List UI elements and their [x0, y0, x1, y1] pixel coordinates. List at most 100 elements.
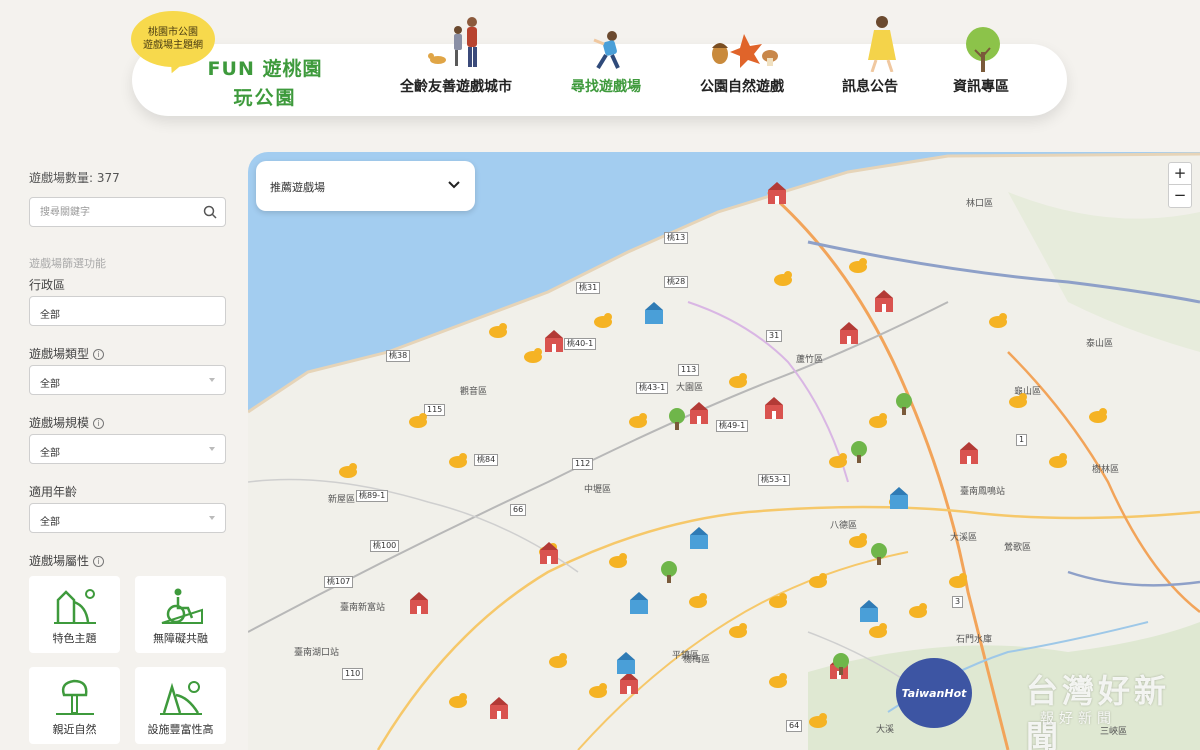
nav-park-nature-play[interactable]: 公園自然遊戲 — [694, 76, 790, 96]
chevron-down-icon — [209, 378, 215, 382]
playground-pin[interactable] — [543, 330, 565, 354]
playground-pin[interactable] — [1088, 407, 1108, 423]
playground-pin[interactable] — [448, 452, 468, 468]
road-tag: 桃28 — [664, 276, 689, 288]
watermark-subtext: 報好新聞 — [1040, 711, 1116, 727]
bubble-line-2: 遊戲場主題網 — [143, 40, 203, 51]
playground-pin[interactable] — [830, 652, 852, 676]
playground-pin[interactable] — [848, 532, 868, 548]
playground-pin[interactable] — [688, 592, 708, 608]
playground-pin[interactable] — [488, 322, 508, 338]
road-tag: 桃49-1 — [716, 420, 749, 432]
playground-pin[interactable] — [808, 712, 828, 728]
district-label: 林口區 — [966, 199, 994, 209]
playground-pin[interactable] — [958, 442, 980, 466]
road-tag: 1 — [1016, 434, 1028, 446]
attr-close-to-nature[interactable]: 親近自然 — [29, 667, 120, 744]
attr-accessible-inclusive[interactable]: 無障礙共融 — [135, 576, 226, 653]
playground-pin[interactable] — [408, 592, 430, 616]
playground-pin[interactable] — [688, 402, 710, 426]
district-label: 觀音區 — [460, 387, 488, 397]
playground-scale-select[interactable]: 全部 — [29, 434, 226, 464]
info-icon[interactable]: i — [93, 349, 105, 360]
info-icon[interactable]: i — [93, 418, 105, 429]
playground-pin[interactable] — [643, 302, 665, 326]
playground-pin[interactable] — [728, 372, 748, 388]
playground-pin[interactable] — [338, 462, 358, 478]
playground-pin[interactable] — [773, 270, 793, 286]
recommended-playground-dropdown[interactable]: 推薦遊戲場 — [256, 161, 475, 211]
dropdown-label: 推薦遊戲場 — [270, 181, 325, 194]
playground-pin[interactable] — [608, 552, 628, 568]
playground-pin[interactable] — [548, 652, 568, 668]
playground-pin[interactable] — [888, 487, 910, 511]
age-select[interactable]: 全部 — [29, 503, 226, 533]
playground-pin[interactable] — [763, 397, 785, 421]
attr-rich-facilities[interactable]: 設施豐富性高 — [135, 667, 226, 744]
playground-pin[interactable] — [768, 672, 788, 688]
playground-type-label: 遊戲場類型 i — [29, 345, 105, 362]
playground-pin[interactable] — [848, 257, 868, 273]
playground-pin[interactable] — [615, 652, 637, 676]
attr-featured-theme[interactable]: 特色主題 — [29, 576, 120, 653]
playground-pin[interactable] — [868, 622, 888, 638]
chevron-down-icon — [209, 516, 215, 520]
search-input[interactable] — [40, 198, 200, 226]
playground-pin[interactable] — [538, 542, 560, 566]
playground-pin[interactable] — [1008, 392, 1028, 408]
playground-pin[interactable] — [828, 452, 848, 468]
playground-pin[interactable] — [858, 600, 880, 624]
playground-pin[interactable] — [768, 592, 788, 608]
nav-info-area[interactable]: 資訊專區 — [949, 76, 1013, 96]
playground-scale-value: 全部 — [40, 448, 60, 459]
zoom-out-button[interactable]: − — [1169, 185, 1191, 207]
map-base[interactable] — [248, 152, 1200, 750]
playground-pin[interactable] — [848, 440, 870, 464]
playground-type-select[interactable]: 全部 — [29, 365, 226, 395]
playground-map[interactable]: 大園區 蘆竹區 觀音區 新屋區 中壢區 八德區 大溪區 龜山區 樹林區 鶯歌區 … — [248, 152, 1200, 750]
playground-pin[interactable] — [873, 290, 895, 314]
playground-pin[interactable] — [666, 407, 688, 431]
playground-pin[interactable] — [688, 527, 710, 551]
playground-pin[interactable] — [448, 692, 468, 708]
road-tag: 桃43-1 — [636, 382, 669, 394]
district-select[interactable]: 全部 — [29, 296, 226, 326]
playground-pin[interactable] — [523, 347, 543, 363]
site-logo[interactable]: FUN 遊桃園 玩公園 — [200, 54, 330, 110]
playground-pin[interactable] — [488, 697, 510, 721]
age-label-text: 適用年齡 — [29, 485, 78, 499]
playground-pin[interactable] — [868, 412, 888, 428]
district-label: 大溪區 — [950, 533, 978, 543]
playground-pin[interactable] — [908, 602, 928, 618]
logo-line-2: 玩公園 — [233, 87, 297, 109]
playground-pin[interactable] — [948, 572, 968, 588]
acorn-leaf-icon — [712, 34, 778, 68]
playground-pin[interactable] — [628, 412, 648, 428]
road-tag: 桃13 — [664, 232, 689, 244]
search-icon[interactable] — [203, 205, 217, 219]
playground-pin[interactable] — [728, 622, 748, 638]
playground-pin[interactable] — [893, 392, 915, 416]
nav-announcements[interactable]: 訊息公告 — [838, 76, 902, 96]
playground-icon — [159, 681, 202, 715]
playground-pin[interactable] — [658, 560, 680, 584]
nav-find-playground[interactable]: 尋找遊戲場 — [566, 76, 646, 96]
playground-pin[interactable] — [593, 312, 613, 328]
playground-pin[interactable] — [766, 182, 788, 206]
playground-pin[interactable] — [868, 542, 890, 566]
playground-pin[interactable] — [1048, 452, 1068, 468]
nav-age-friendly-city[interactable]: 全齡友善遊戲城市 — [394, 76, 518, 96]
zoom-control: + − — [1168, 162, 1192, 208]
zoom-in-button[interactable]: + — [1169, 163, 1191, 185]
playground-scale-label-text: 遊戲場規模 — [29, 416, 90, 430]
district-label: 臺南新富站 — [340, 603, 386, 613]
playground-pin[interactable] — [808, 572, 828, 588]
playground-pin[interactable] — [628, 592, 650, 616]
playground-pin[interactable] — [988, 312, 1008, 328]
playground-pin[interactable] — [838, 322, 860, 346]
playground-pin[interactable] — [588, 682, 608, 698]
attribute-label: 遊戲場屬性 i — [29, 552, 105, 569]
watermark-logo: TaiwanHot — [896, 658, 972, 728]
info-icon[interactable]: i — [93, 556, 105, 567]
playground-pin[interactable] — [408, 412, 428, 428]
